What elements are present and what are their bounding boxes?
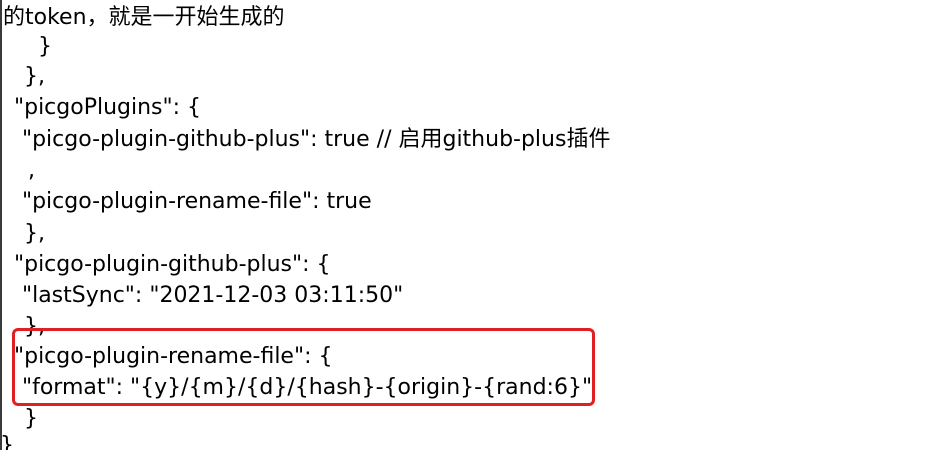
code-line-8: }, (10, 221, 45, 246)
code-line-5: "picgo-plugin-github-plus": true // 启用gi… (0, 127, 611, 152)
code-line-2: } (10, 34, 52, 59)
code-line-4: "picgoPlugins": { (0, 95, 202, 120)
code-line-10: "lastSync": "2021-12-03 03:11:50" (0, 283, 404, 308)
code-line-7: "picgo-plugin-rename-file": true (0, 189, 372, 214)
code-line-9: "picgo-plugin-github-plus": { (0, 252, 331, 277)
code-line-6: , (0, 158, 35, 183)
code-line-3: }, (10, 64, 45, 89)
code-line-14: } (10, 406, 38, 431)
config-document: 的token，就是一开始生成的 } }, "picgoPlugins": { "… (0, 0, 935, 450)
code-line-15: } (0, 433, 14, 450)
highlight-annotation-box (12, 328, 595, 406)
code-line-1: 的token，就是一开始生成的 (3, 5, 285, 30)
